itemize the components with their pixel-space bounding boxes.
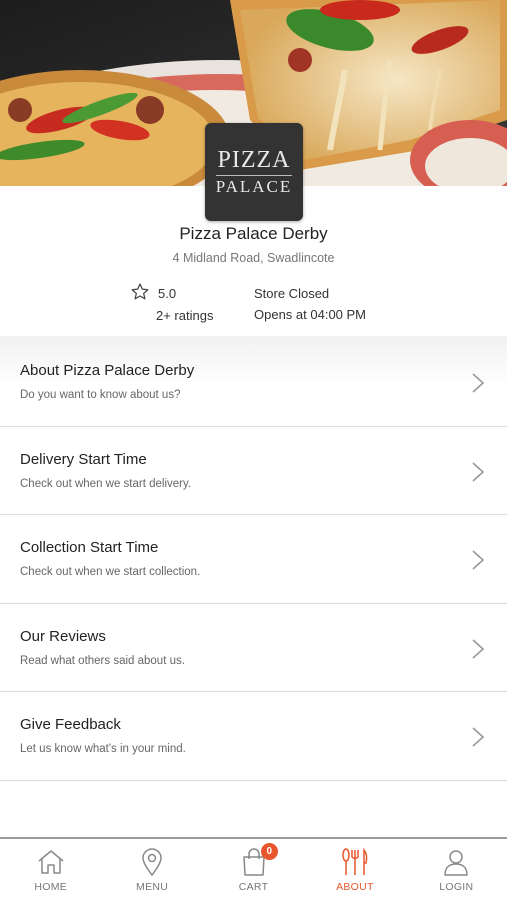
menu-item-title: Our Reviews xyxy=(20,627,106,645)
logo-line-1: PIZZA xyxy=(217,147,291,173)
star-icon xyxy=(131,283,149,300)
menu-item-subtitle: Read what others said about us. xyxy=(20,654,185,667)
rating-value: 5.0 xyxy=(158,286,177,301)
menu-item-title: About Pizza Palace Derby xyxy=(20,362,195,379)
menu-item-collection-start-time[interactable]: Collection Start Time Check out when we … xyxy=(0,515,507,604)
ratings-count: 2+ ratings xyxy=(156,308,214,323)
menu-item-about[interactable]: About Pizza Palace Derby Do you want to … xyxy=(0,338,507,427)
nav-label: ABOUT xyxy=(336,881,374,893)
bottom-nav: HOME MENU 0 CART ABOUT LOGIN xyxy=(0,837,507,900)
store-name: Pizza Palace Derby xyxy=(179,224,328,243)
menu-item-delivery-start-time[interactable]: Delivery Start Time Check out when we st… xyxy=(0,427,507,515)
store-status: Store Closed xyxy=(254,286,330,301)
chevron-right-icon xyxy=(472,727,485,747)
nav-label: HOME xyxy=(34,881,68,893)
cart-count-badge: 0 xyxy=(260,843,278,860)
menu-item-subtitle: Check out when we start delivery. xyxy=(20,477,192,490)
nav-login[interactable]: LOGIN xyxy=(406,839,507,900)
nav-label: LOGIN xyxy=(439,881,474,893)
nav-about[interactable]: ABOUT xyxy=(304,839,405,900)
menu-item-title: Give Feedback xyxy=(20,716,121,733)
chevron-right-icon xyxy=(472,373,485,393)
logo-divider xyxy=(216,175,292,176)
logo-line-2: PALACE xyxy=(215,177,293,196)
nav-label: CART xyxy=(238,881,269,893)
chevron-right-icon xyxy=(472,461,485,482)
menu-item-our-reviews[interactable]: Our Reviews Read what others said about … xyxy=(0,604,507,692)
fork-knife-icon xyxy=(342,847,368,875)
store-logo: PIZZA PALACE xyxy=(205,123,303,221)
menu-item-title: Delivery Start Time xyxy=(20,450,147,468)
menu-item-title: Collection Start Time xyxy=(20,539,159,556)
store-address: 4 Midland Road, Swadlincote xyxy=(172,251,335,265)
home-icon xyxy=(38,850,64,874)
about-menu-list: About Pizza Palace Derby Do you want to … xyxy=(0,338,507,781)
nav-cart[interactable]: 0 CART xyxy=(203,839,304,900)
nav-menu[interactable]: MENU xyxy=(101,839,202,900)
nav-label: MENU xyxy=(136,881,169,893)
opening-time: Opens at 04:00 PM xyxy=(254,307,367,322)
menu-item-subtitle: Do you want to know about us? xyxy=(20,389,181,401)
menu-item-subtitle: Let us know what's in your mind. xyxy=(20,743,186,755)
chevron-right-icon xyxy=(472,550,485,570)
menu-item-subtitle: Check out when we start collection. xyxy=(20,566,201,578)
chevron-right-icon xyxy=(472,638,485,659)
user-icon xyxy=(444,850,469,876)
location-pin-icon xyxy=(142,848,162,877)
nav-home[interactable]: HOME xyxy=(0,839,101,900)
menu-item-give-feedback[interactable]: Give Feedback Let us know what's in your… xyxy=(0,692,507,781)
